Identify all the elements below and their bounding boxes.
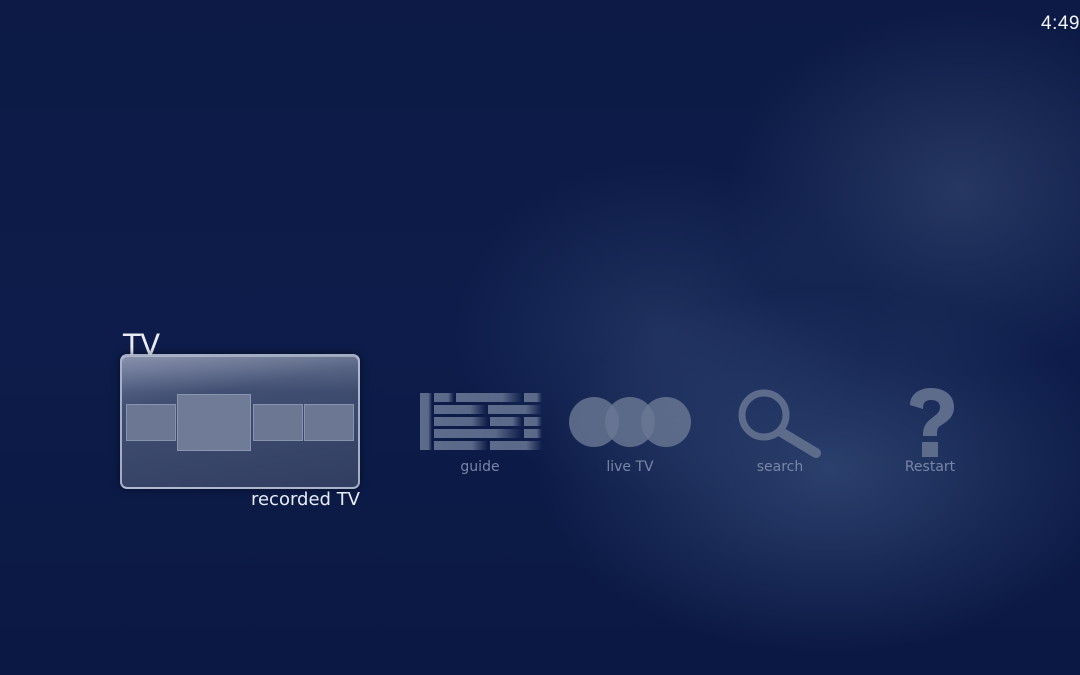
menu-item-label-recorded-tv: recorded TV bbox=[250, 489, 360, 510]
menu-item-label-search: search bbox=[756, 459, 804, 475]
menu-item-restart[interactable]: Restart bbox=[860, 385, 1000, 480]
menu-item-label-guide: guide bbox=[460, 459, 500, 475]
menu-item-guide[interactable]: guide bbox=[410, 385, 550, 480]
magnifier-icon bbox=[738, 389, 821, 458]
menu-item-recorded-tv[interactable] bbox=[120, 354, 360, 489]
menu-item-label-live-tv: live TV bbox=[606, 459, 654, 475]
thumbnail bbox=[126, 404, 176, 441]
thumbnail bbox=[253, 404, 303, 441]
menu-item-live-tv[interactable]: live TV bbox=[560, 385, 700, 480]
menu-item-label-restart: Restart bbox=[904, 459, 956, 475]
tile-highlight bbox=[122, 356, 358, 392]
question-mark-icon bbox=[910, 388, 954, 457]
live-tv-circles-icon bbox=[569, 397, 691, 447]
thumbnail bbox=[177, 394, 251, 451]
thumbnail bbox=[304, 404, 354, 441]
clock: 4:49 bbox=[1041, 13, 1080, 34]
guide-grid-icon bbox=[420, 393, 542, 450]
menu-item-search[interactable]: search bbox=[710, 385, 850, 480]
